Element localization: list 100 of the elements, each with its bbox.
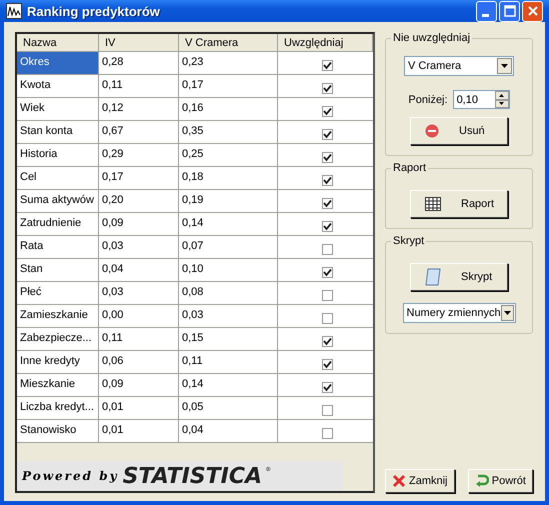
table-cell[interactable]: Stan	[17, 259, 99, 281]
table-cell[interactable]: Okres	[17, 52, 99, 74]
table-cell[interactable]: Historia	[17, 144, 99, 166]
table-cell: 0,01	[99, 420, 179, 442]
table-cell[interactable]: Inne kredyty	[17, 351, 99, 373]
table-cell: 0,03	[179, 305, 278, 327]
dropdown-arrow-icon	[504, 311, 511, 315]
table-cell[interactable]: Zatrudnienie	[17, 213, 99, 235]
table-cell: 0,14	[179, 213, 278, 235]
checkbox[interactable]	[322, 290, 332, 300]
option-dropdown[interactable]: Numery zmiennych	[402, 303, 516, 323]
table-cell[interactable]: Cel	[17, 167, 99, 189]
table-cell: 0,19	[179, 190, 278, 212]
table-cell: 0,03	[99, 282, 179, 304]
logo-brand: STATISTICA	[122, 464, 262, 488]
table-cell: 0,20	[99, 190, 179, 212]
checkbox[interactable]	[322, 404, 332, 416]
script-button[interactable]: Skrypt	[410, 263, 508, 291]
column-header[interactable]: Uwzględniaj	[278, 34, 373, 51]
checkbox[interactable]	[322, 152, 332, 162]
table-cell: 0,11	[99, 75, 179, 97]
table-cell: 0,14	[179, 374, 278, 396]
checkbox[interactable]	[322, 128, 332, 140]
checkbox[interactable]	[322, 174, 332, 186]
table-cell: 0,18	[179, 167, 278, 189]
table-cell: 0,29	[99, 144, 179, 166]
column-header[interactable]: IV	[99, 34, 179, 51]
table-cell[interactable]: Suma aktywów	[17, 190, 99, 212]
maximize-button[interactable]	[499, 0, 520, 22]
minus-circle-icon	[425, 124, 439, 138]
table-cell[interactable]: Liczba kredyt...	[17, 397, 99, 419]
window-title: Ranking predyktorów	[27, 4, 161, 18]
close-dialog-button[interactable]: Zamknij	[385, 469, 455, 493]
column-header[interactable]: Nazwa	[17, 34, 99, 51]
table-grid-icon	[425, 197, 441, 211]
table-cell: 0,35	[179, 121, 278, 143]
table-cell: 0,11	[179, 351, 278, 373]
table-cell: 0,16	[179, 98, 278, 120]
checkbox[interactable]	[322, 82, 332, 94]
table-cell: 0,08	[179, 282, 278, 304]
table-cell: 0,67	[99, 121, 179, 143]
column-header[interactable]: V Cramera	[179, 34, 278, 51]
remove-button[interactable]: Usuń	[410, 117, 508, 145]
minimize-icon	[482, 14, 488, 16]
table-cell: 0,15	[179, 328, 278, 350]
table-cell: 0,04	[99, 259, 179, 281]
table-cell: 0,12	[99, 98, 179, 120]
table-cell[interactable]: Zabezpiecze...	[17, 328, 99, 350]
table-cell: 0,06	[99, 351, 179, 373]
minimize-button[interactable]	[476, 0, 497, 22]
table-cell[interactable]: Kwota	[17, 75, 99, 97]
checkbox[interactable]	[322, 244, 332, 254]
checkbox[interactable]	[322, 358, 332, 370]
table-cell: 0,04	[179, 420, 278, 442]
report-button[interactable]: Raport	[410, 190, 508, 218]
table-cell[interactable]: Rata	[17, 236, 99, 258]
table-cell: 0,01	[99, 397, 179, 419]
checkbox[interactable]	[322, 336, 332, 346]
table-cell: 0,17	[99, 167, 179, 189]
group-title: Skrypt	[392, 235, 426, 247]
table-cell: 0,09	[99, 374, 179, 396]
checkbox[interactable]	[322, 60, 332, 70]
table-cell: 0,23	[179, 52, 278, 74]
table-cell: 0,00	[99, 305, 179, 327]
scroll-icon	[425, 268, 441, 286]
table-cell[interactable]: Płeć	[17, 282, 99, 304]
chart-icon	[6, 3, 22, 19]
table-cell: 0,05	[179, 397, 278, 419]
checkbox[interactable]	[322, 266, 332, 278]
table-cell: 0,09	[99, 213, 179, 235]
threshold-spinbox[interactable]: 0,10	[452, 90, 510, 109]
table-cell[interactable]: Stanowisko	[17, 420, 99, 442]
down-arrow-icon	[499, 102, 504, 106]
table-cell[interactable]: Stan konta	[17, 121, 99, 143]
close-button[interactable]	[522, 0, 543, 22]
group-title: Nie uwzględniaj	[392, 32, 472, 44]
table-cell: 0,17	[179, 75, 278, 97]
checkbox[interactable]	[322, 312, 332, 324]
threshold-label: Poniżej:	[408, 94, 448, 106]
return-arrow-icon	[474, 474, 489, 488]
checkbox[interactable]	[322, 220, 332, 232]
table-cell: 0,25	[179, 144, 278, 166]
table-cell[interactable]: Wiek	[17, 98, 99, 120]
dropdown-arrow-icon	[501, 64, 508, 68]
table-cell[interactable]: Zamieszkanie	[17, 305, 99, 327]
x-icon	[392, 474, 406, 488]
checkbox[interactable]	[322, 106, 332, 116]
checkbox[interactable]	[322, 198, 332, 208]
close-icon	[526, 5, 538, 17]
checkbox[interactable]	[322, 428, 332, 438]
table-cell: 0,03	[99, 236, 179, 258]
checkbox[interactable]	[322, 382, 332, 392]
maximize-icon	[504, 5, 516, 17]
logo-prefix: Powered by	[22, 469, 119, 483]
back-button[interactable]: Powrót	[468, 469, 533, 493]
criterion-dropdown[interactable]: V Cramera	[404, 56, 514, 76]
up-arrow-icon	[499, 94, 504, 97]
table-cell: 0,11	[99, 328, 179, 350]
table-cell: 0,10	[179, 259, 278, 281]
table-cell[interactable]: Mieszkanie	[17, 374, 99, 396]
